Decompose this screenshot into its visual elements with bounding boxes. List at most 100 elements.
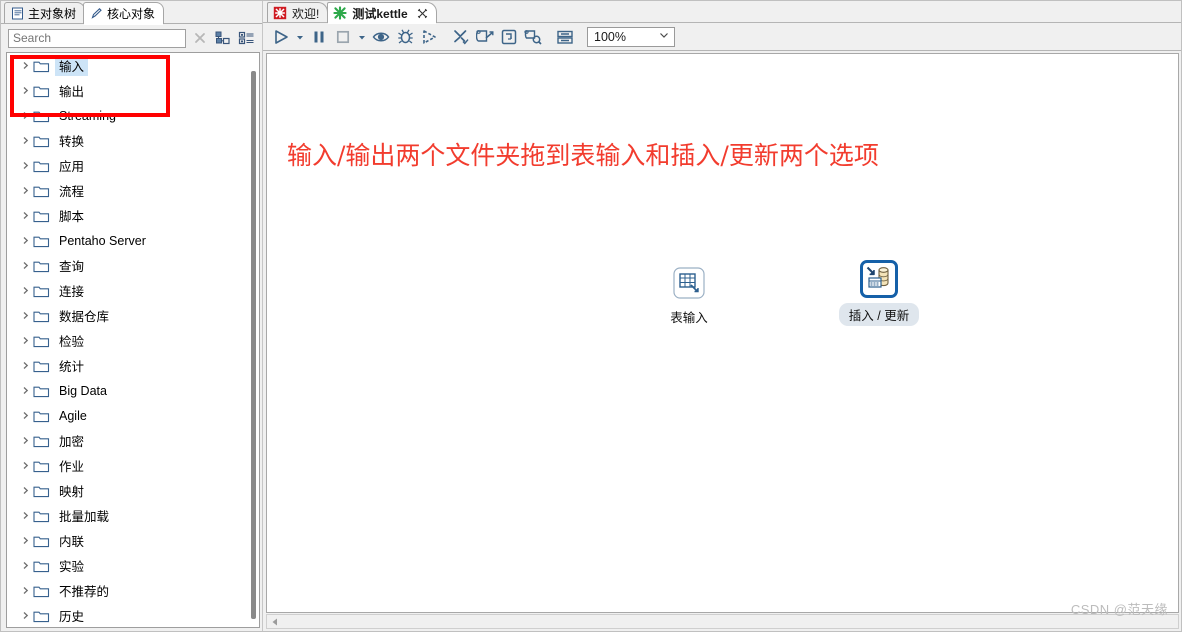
tree-item-label: 映射: [59, 485, 85, 499]
chevron-right-icon[interactable]: [17, 136, 33, 145]
tree-item-input[interactable]: 输入: [7, 53, 259, 78]
folder-icon: [33, 609, 55, 623]
grid-icon[interactable]: [553, 25, 577, 49]
chevron-right-icon[interactable]: [17, 561, 33, 570]
transformation-canvas[interactable]: 输入/输出两个文件夹拖到表输入和插入/更新两个选项 表输入 插入 / 更新: [266, 53, 1179, 613]
tree-item-big-data[interactable]: Big Data: [7, 378, 259, 403]
tree-item-statistics[interactable]: 统计: [7, 353, 259, 378]
document-icon: [11, 7, 24, 20]
tab-main-object-tree[interactable]: 主对象树: [4, 2, 86, 24]
tree-item-agile[interactable]: Agile: [7, 403, 259, 428]
chevron-right-icon[interactable]: [17, 261, 33, 270]
tree-item-experimental[interactable]: 实验: [7, 553, 259, 578]
welcome-icon: [273, 6, 287, 20]
tree-item-pentaho-server[interactable]: Pentaho Server: [7, 228, 259, 253]
table-input-icon: [670, 264, 708, 302]
tree-item-connection[interactable]: 连接: [7, 278, 259, 303]
tab-welcome-label: 欢迎!: [292, 6, 320, 21]
tab-transformation[interactable]: 测试kettle: [327, 2, 437, 24]
insert-update-icon: [860, 260, 898, 298]
search-row: [0, 24, 262, 52]
list-view-icon[interactable]: [238, 30, 256, 46]
tree-item-label: 历史: [59, 610, 85, 624]
tree-item-application[interactable]: 应用: [7, 153, 259, 178]
tab-core-objects[interactable]: 核心对象: [83, 2, 165, 25]
step-label: 表输入: [670, 311, 708, 325]
chevron-right-icon[interactable]: [17, 461, 33, 470]
replay-icon[interactable]: [417, 25, 441, 49]
chevron-right-icon[interactable]: [17, 611, 33, 620]
chevron-right-icon[interactable]: [17, 286, 33, 295]
editor-tabbar: 欢迎! 测试kettle: [263, 0, 1182, 24]
verify-icon[interactable]: [449, 25, 473, 49]
impact-analysis-icon[interactable]: [473, 25, 497, 49]
chevron-right-icon[interactable]: [17, 311, 33, 320]
zoom-combobox[interactable]: 100%: [587, 26, 675, 47]
chevron-down-icon[interactable]: [293, 25, 307, 49]
bug-icon[interactable]: [393, 25, 417, 49]
tree-vertical-scrollbar[interactable]: [251, 71, 256, 619]
kettle-spoon-window: 主对象树 核心对象 Search 输入 输出 Streaming 转换 应用 流…: [0, 0, 1182, 632]
chevron-right-icon[interactable]: [17, 236, 33, 245]
chevron-right-icon[interactable]: [17, 186, 33, 195]
play-icon[interactable]: [269, 25, 293, 49]
scroll-left-arrow-icon[interactable]: [267, 615, 282, 628]
chevron-down-icon[interactable]: [658, 29, 670, 44]
clear-x-icon[interactable]: [192, 30, 208, 46]
chevron-right-icon[interactable]: [17, 536, 33, 545]
tree-item-validation[interactable]: 检验: [7, 328, 259, 353]
tree-item-job[interactable]: 作业: [7, 453, 259, 478]
chevron-right-icon[interactable]: [17, 211, 33, 220]
db-search-icon[interactable]: [521, 25, 545, 49]
preview-eye-icon[interactable]: [369, 25, 393, 49]
tree-item-output[interactable]: 输出: [7, 78, 259, 103]
core-objects-tree[interactable]: 输入 输出 Streaming 转换 应用 流程 脚本 Pentaho Serv…: [6, 52, 260, 628]
chevron-right-icon[interactable]: [17, 411, 33, 420]
chevron-right-icon[interactable]: [17, 161, 33, 170]
chevron-right-icon[interactable]: [17, 336, 33, 345]
close-icon[interactable]: [417, 8, 428, 19]
tree-item-encryption[interactable]: 加密: [7, 428, 259, 453]
step-table-input[interactable]: 表输入: [641, 264, 737, 326]
chevron-right-icon[interactable]: [17, 586, 33, 595]
tree-item-history[interactable]: 历史: [7, 603, 259, 627]
zoom-value: 100%: [594, 29, 626, 44]
canvas-horizontal-scrollbar[interactable]: [266, 614, 1179, 629]
tree-item-inline[interactable]: 内联: [7, 528, 259, 553]
tab-welcome[interactable]: 欢迎!: [267, 2, 329, 23]
pause-icon[interactable]: [307, 25, 331, 49]
tree-item-bulk-loading[interactable]: 批量加载: [7, 503, 259, 528]
folder-icon: [33, 259, 55, 273]
chevron-right-icon[interactable]: [17, 486, 33, 495]
tree-item-deprecated[interactable]: 不推荐的: [7, 578, 259, 603]
step-insert-update[interactable]: 插入 / 更新: [831, 260, 927, 326]
folder-icon: [33, 309, 55, 323]
tree-item-streaming[interactable]: Streaming: [7, 103, 259, 128]
search-input[interactable]: [8, 28, 186, 48]
tree-item-label: 批量加载: [59, 510, 110, 524]
chevron-right-icon[interactable]: [17, 61, 33, 70]
chevron-right-icon[interactable]: [17, 361, 33, 370]
tree-item-label: 检验: [59, 335, 85, 349]
tree-item-transform[interactable]: 转换: [7, 128, 259, 153]
chevron-right-icon[interactable]: [17, 86, 33, 95]
tree-item-flow[interactable]: 流程: [7, 178, 259, 203]
tree-item-label: 作业: [59, 460, 85, 474]
tree-item-query[interactable]: 查询: [7, 253, 259, 278]
tree-item-label: 流程: [59, 185, 85, 199]
tree-item-mapping[interactable]: 映射: [7, 478, 259, 503]
tab-core-objects-label: 核心对象: [107, 7, 156, 21]
folder-icon: [33, 109, 55, 123]
tree-item-script[interactable]: 脚本: [7, 203, 259, 228]
chevron-right-icon[interactable]: [17, 511, 33, 520]
tree-layout-icon[interactable]: [214, 30, 232, 46]
chevron-right-icon[interactable]: [17, 436, 33, 445]
tree-item-data-warehouse[interactable]: 数据仓库: [7, 303, 259, 328]
folder-icon: [33, 434, 55, 448]
tree-item-label: 不推荐的: [59, 585, 110, 599]
chevron-right-icon[interactable]: [17, 111, 33, 120]
chevron-down-icon[interactable]: [355, 25, 369, 49]
stop-icon[interactable]: [331, 25, 355, 49]
chevron-right-icon[interactable]: [17, 386, 33, 395]
sql-icon[interactable]: [497, 25, 521, 49]
